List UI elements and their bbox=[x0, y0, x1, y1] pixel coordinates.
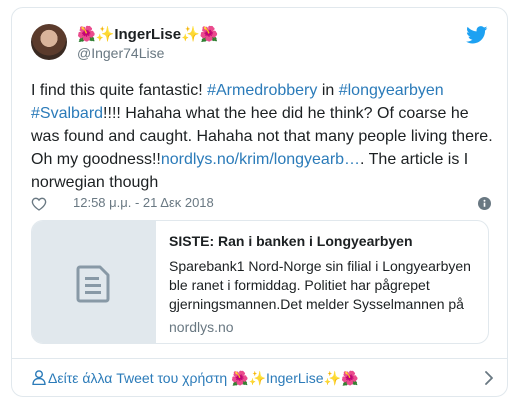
author-display-name[interactable]: 🌺✨IngerLise✨🌺 bbox=[77, 25, 218, 44]
tweet-meta: 12:58 μ.μ. - 21 Δεκ 2018 bbox=[31, 194, 493, 214]
author-username[interactable]: @Inger74Lise bbox=[77, 44, 218, 62]
tweet-text: I find this quite fantastic! #Armedrobbe… bbox=[31, 79, 493, 194]
link-card-description: Sparebank1 Nord-Norge sin filial i Longy… bbox=[169, 258, 471, 312]
avatar[interactable] bbox=[31, 24, 67, 60]
chevron-right-icon[interactable] bbox=[484, 371, 494, 385]
tweet-timestamp[interactable]: 12:58 μ.μ. - 21 Δεκ 2018 bbox=[73, 195, 214, 210]
more-tweets-link[interactable]: Δείτε άλλα Tweet του χρήστη 🌺✨IngerLise✨… bbox=[48, 370, 358, 387]
tweet-link[interactable]: #Svalbard bbox=[31, 105, 103, 122]
more-tweets-footer[interactable]: Δείτε άλλα Tweet του χρήστη 🌺✨IngerLise✨… bbox=[12, 358, 507, 396]
tweet-text-segment: in bbox=[317, 82, 339, 99]
heart-icon[interactable] bbox=[31, 196, 47, 212]
tweet-link[interactable]: nordlys.no/krim/longyearb… bbox=[161, 151, 360, 168]
link-thumbnail bbox=[32, 221, 156, 343]
tweet-text-segment: I find this quite fantastic! bbox=[31, 82, 208, 99]
document-icon bbox=[76, 265, 110, 303]
tweet-link[interactable]: #Armedrobbery bbox=[207, 82, 317, 99]
link-card-domain: nordlys.no bbox=[169, 319, 234, 335]
info-icon[interactable] bbox=[478, 197, 491, 210]
author-names[interactable]: 🌺✨IngerLise✨🌺 @Inger74Lise bbox=[77, 25, 218, 62]
embedded-tweet-card: 🌺✨IngerLise✨🌺 @Inger74Lise I find this q… bbox=[11, 7, 508, 397]
link-card-title: SISTE: Ran i banken i Longyearbyen bbox=[169, 233, 413, 249]
tweet-link[interactable]: #longyearbyen bbox=[339, 82, 444, 99]
user-icon bbox=[32, 370, 46, 385]
link-card-body: SISTE: Ran i banken i Longyearbyen Spare… bbox=[169, 231, 481, 337]
twitter-bird-icon[interactable] bbox=[466, 26, 488, 44]
tweet-header: 🌺✨IngerLise✨🌺 @Inger74Lise bbox=[31, 24, 488, 64]
link-preview-card[interactable]: SISTE: Ran i banken i Longyearbyen Spare… bbox=[31, 220, 489, 344]
